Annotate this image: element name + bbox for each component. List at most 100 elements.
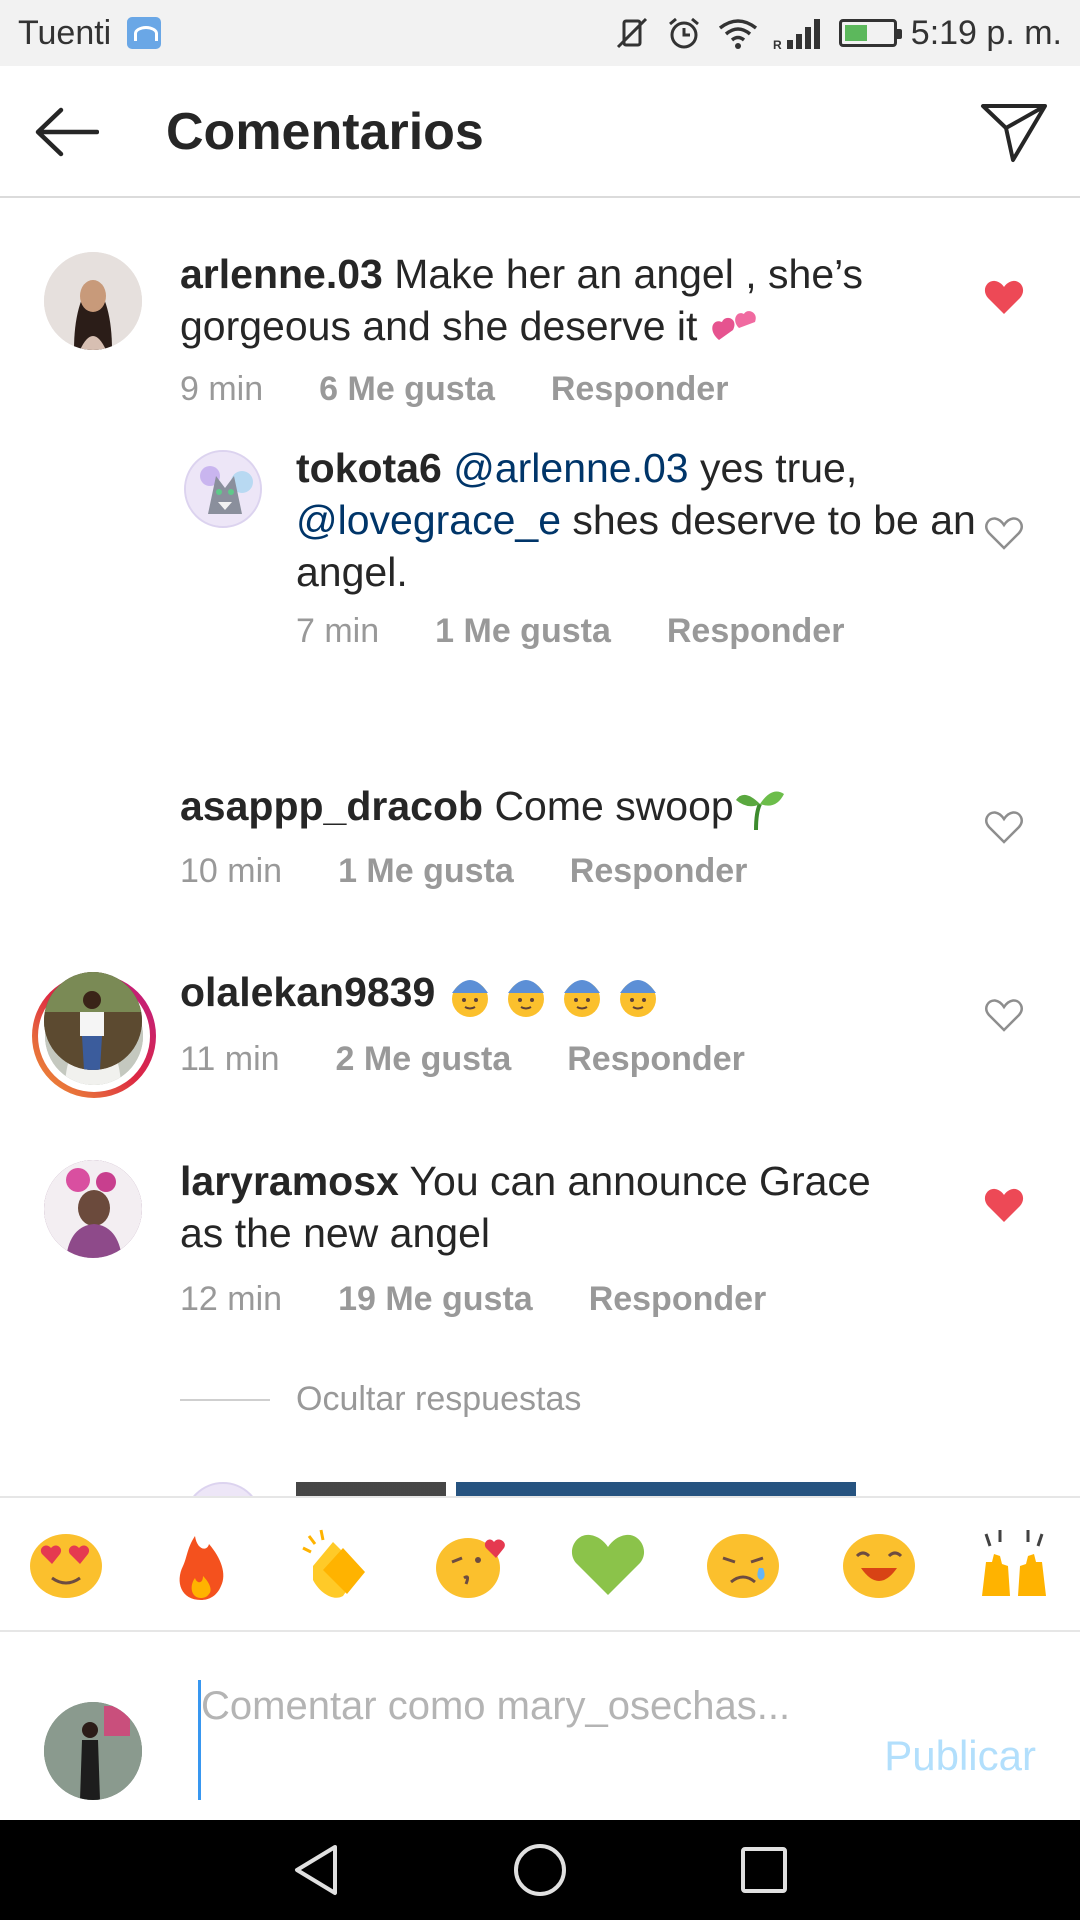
reply-button[interactable]: Responder xyxy=(570,852,748,891)
mention-link[interactable]: @lovegrace_e xyxy=(296,497,561,543)
boy-cap-icon xyxy=(563,980,600,1018)
circle-home-icon xyxy=(514,1844,566,1896)
boy-with-cap-icons xyxy=(447,971,661,1019)
comment-text: olalekan9839 xyxy=(180,966,940,1019)
comment-composer: Publicar xyxy=(0,1632,1080,1820)
comment-time: 11 min xyxy=(180,1040,280,1078)
comment-username[interactable]: olalekan9839 xyxy=(180,969,435,1015)
clapping-hands-icon xyxy=(302,1529,365,1598)
hide-replies-label: Ocultar respuestas xyxy=(296,1380,582,1418)
my-avatar xyxy=(44,1702,142,1800)
emoji-button[interactable] xyxy=(974,1524,1054,1604)
avatar[interactable] xyxy=(44,1160,142,1258)
likes-count[interactable]: 2 Me gusta xyxy=(336,1040,512,1079)
fire-icon xyxy=(179,1536,224,1600)
nav-recents-button[interactable] xyxy=(732,1838,796,1902)
comment-body: Come swoop xyxy=(483,783,734,829)
sad-face-icon xyxy=(707,1534,780,1598)
like-heart-outline-icon[interactable] xyxy=(984,516,1024,552)
comment-username[interactable]: arlenne.03 xyxy=(180,251,383,297)
paper-plane-icon xyxy=(981,104,1047,162)
comment-time: 7 min xyxy=(296,612,380,650)
reply-button[interactable]: Responder xyxy=(589,1280,767,1319)
likes-count[interactable]: 19 Me gusta xyxy=(338,1280,533,1319)
comment-text: laryramosx You can announce Grace as the… xyxy=(180,1155,920,1259)
boy-cap-icon xyxy=(451,980,488,1018)
triangle-back-icon xyxy=(295,1845,337,1895)
vibrate-off-icon xyxy=(616,17,647,49)
carrier-group: Tuenti xyxy=(18,13,162,53)
nav-back-button[interactable] xyxy=(284,1838,348,1902)
avatar[interactable] xyxy=(44,252,142,350)
emoji-button[interactable] xyxy=(161,1524,241,1604)
emoji-button[interactable] xyxy=(297,1524,377,1604)
status-icons: R 5:19 p. m. xyxy=(613,14,1062,53)
comment-username[interactable]: asappp_dracob xyxy=(180,783,483,829)
kissing-heart-icon xyxy=(436,1538,506,1598)
user-photo xyxy=(44,1160,142,1258)
divider-line xyxy=(180,1398,270,1401)
comment-meta: 10 min 1 Me gusta Responder xyxy=(180,852,747,891)
comment-input[interactable] xyxy=(198,1680,818,1800)
comment-body: yes true, xyxy=(688,445,858,491)
alarm-icon xyxy=(668,17,699,49)
two-hearts-icon xyxy=(712,311,756,341)
emoji-button[interactable] xyxy=(703,1524,783,1604)
emoji-button[interactable] xyxy=(568,1524,648,1604)
comment-meta: 7 min 1 Me gusta Responder xyxy=(296,612,844,651)
svg-text:R: R xyxy=(773,38,782,50)
like-heart-outline-icon[interactable] xyxy=(984,810,1024,846)
likes-count[interactable]: 1 Me gusta xyxy=(435,612,611,651)
likes-count[interactable]: 1 Me gusta xyxy=(338,852,514,891)
comment-body xyxy=(435,969,446,1015)
carrier-name: Tuenti xyxy=(18,13,112,52)
likes-count[interactable]: 6 Me gusta xyxy=(319,370,495,409)
avatar[interactable] xyxy=(44,972,142,1070)
user-photo xyxy=(44,252,142,350)
comment-time: 9 min xyxy=(180,370,264,408)
comment-meta: 9 min 6 Me gusta Responder xyxy=(180,370,728,409)
emoji-button[interactable] xyxy=(26,1524,106,1604)
comment-time: 10 min xyxy=(180,852,283,890)
emoji-button[interactable] xyxy=(432,1524,512,1604)
boy-cap-icon xyxy=(507,980,544,1018)
partial-reply-text xyxy=(296,1482,896,1496)
avatar[interactable] xyxy=(184,450,262,528)
green-heart-icon xyxy=(571,1534,644,1595)
publish-button[interactable]: Publicar xyxy=(884,1732,1036,1780)
comment-meta: 12 min 19 Me gusta Responder xyxy=(180,1280,766,1319)
reply-button[interactable]: Responder xyxy=(551,370,729,409)
emoji-button[interactable] xyxy=(839,1524,919,1604)
like-heart-icon[interactable] xyxy=(984,280,1024,316)
reply-button[interactable]: Responder xyxy=(667,612,845,651)
comment-item: arlenne.03 Make her an angel , she’s gor… xyxy=(0,200,1080,430)
partial-reply-avatar xyxy=(184,1482,262,1496)
like-heart-icon[interactable] xyxy=(984,1188,1024,1224)
comment-meta: 11 min 2 Me gusta Responder xyxy=(180,1040,745,1079)
comment-text: asappp_dracob Come swoop xyxy=(180,780,940,832)
wolf-avatar-image xyxy=(186,452,260,526)
health-app-icon xyxy=(127,17,162,49)
battery-icon xyxy=(838,19,902,47)
comments-list: arlenne.03 Make her an angel , she’s gor… xyxy=(0,200,1080,1496)
comment-username[interactable]: laryramosx xyxy=(180,1158,399,1204)
user-photo xyxy=(44,1702,142,1800)
page-title: Comentarios xyxy=(166,103,484,161)
reply-button[interactable]: Responder xyxy=(567,1040,745,1079)
back-button[interactable] xyxy=(30,96,102,168)
clock-time: 5:19 p. m. xyxy=(910,13,1062,52)
reply-item: tokota6 @arlenne.03 yes true, @lovegrace… xyxy=(0,430,1080,710)
nav-home-button[interactable] xyxy=(508,1838,572,1902)
hide-replies-button[interactable]: Ocultar respuestas xyxy=(180,1380,581,1419)
status-bar: Tuenti R 5:19 p. m. xyxy=(0,0,1080,66)
comment-username[interactable]: tokota6 xyxy=(296,445,442,491)
mention-link[interactable]: @arlenne.03 xyxy=(453,445,688,491)
share-button[interactable] xyxy=(976,94,1052,170)
wifi-icon xyxy=(718,19,757,49)
comment-text: tokota6 @arlenne.03 yes true, @lovegrace… xyxy=(296,442,976,598)
raised-hands-icon xyxy=(981,1530,1046,1596)
like-heart-outline-icon[interactable] xyxy=(984,998,1024,1034)
top-app-bar: Comentarios xyxy=(0,66,1080,198)
comment-text: arlenne.03 Make her an angel , she’s gor… xyxy=(180,248,900,352)
heart-eyes-icon xyxy=(30,1534,102,1598)
